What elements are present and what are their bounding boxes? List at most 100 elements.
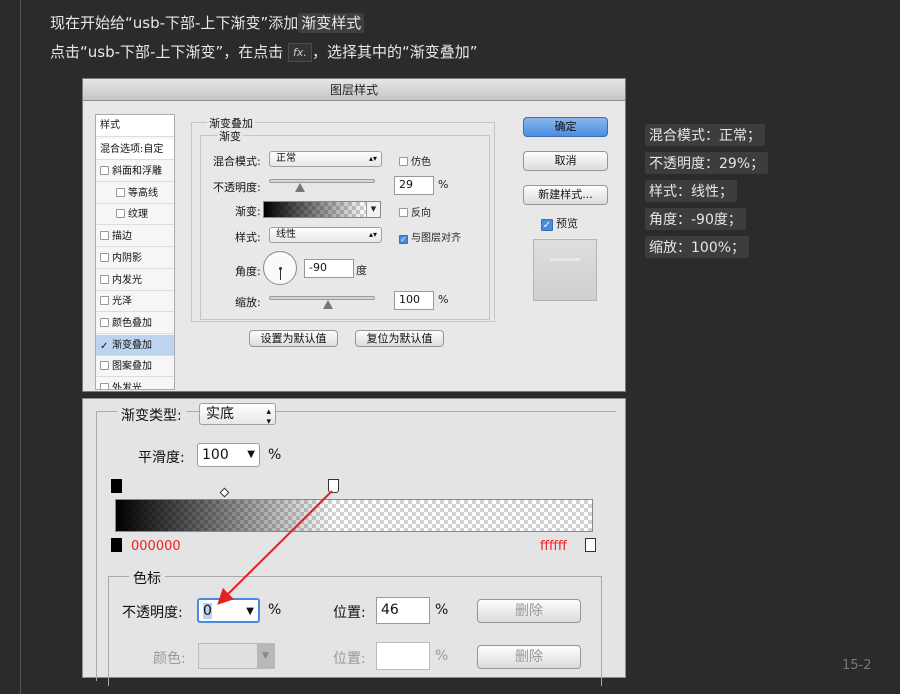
location2-unit: % bbox=[435, 648, 449, 664]
checkbox-icon bbox=[100, 166, 109, 175]
angle-label: 角度: bbox=[233, 263, 263, 279]
location2-label: 位置: bbox=[333, 651, 366, 667]
sidebar-header[interactable]: 样式 bbox=[96, 115, 174, 137]
stop-opacity-input[interactable]: 0 ▼ bbox=[197, 598, 260, 623]
opacity-slider[interactable] bbox=[269, 179, 375, 192]
sidebar-item[interactable]: 内阴影 bbox=[96, 248, 174, 269]
fx-icon: fx. bbox=[288, 43, 312, 62]
checkbox-icon bbox=[100, 231, 109, 241]
sidebar-item-label: 外发光 bbox=[112, 383, 142, 390]
gradient-type-label: 渐变类型: bbox=[117, 405, 186, 425]
gradient-bar[interactable] bbox=[115, 499, 593, 532]
note-scale: 缩放：100%； bbox=[645, 236, 750, 258]
dither-checkbox[interactable]: 仿色 bbox=[399, 153, 431, 168]
smoothness-label: 平滑度: bbox=[138, 450, 185, 466]
sidebar-item-label: 颜色叠加 bbox=[112, 317, 152, 329]
chevron-down-icon: ▼ bbox=[246, 606, 254, 617]
opacity-input[interactable]: 29 bbox=[394, 176, 434, 195]
sidebar-item-label: 内阴影 bbox=[112, 252, 142, 264]
color-stop-title: 色标 bbox=[129, 568, 165, 588]
sidebar-item[interactable]: ✓ 渐变叠加 bbox=[96, 334, 174, 356]
checkmark-icon: ✓ bbox=[541, 219, 553, 231]
sidebar-item[interactable]: 斜面和浮雕 bbox=[96, 161, 174, 182]
scale-slider[interactable] bbox=[269, 296, 375, 309]
checkbox-icon bbox=[100, 383, 109, 389]
scale-label: 缩放: bbox=[233, 294, 263, 310]
scale-unit: % bbox=[438, 293, 449, 306]
gradient-picker[interactable]: ▼ bbox=[263, 201, 381, 218]
instruction-line-2: 点击“usb-下部-上下渐变”，在点击 fx. ，选择其中的“渐变叠加” bbox=[50, 43, 478, 62]
color-swatch[interactable]: ▼ bbox=[198, 643, 275, 669]
dropdown-arrow-icon[interactable]: ▼ bbox=[366, 202, 380, 217]
note-style: 样式：线性； bbox=[645, 180, 737, 202]
opacity-stop-selected[interactable] bbox=[328, 479, 339, 493]
checkbox-icon bbox=[100, 274, 109, 284]
angle-unit: 度 bbox=[356, 264, 367, 277]
opacity-label: 不透明度: bbox=[211, 179, 263, 195]
preview-checkbox[interactable]: ✓ 预览 bbox=[541, 215, 578, 231]
angle-input[interactable]: -90 bbox=[304, 259, 354, 278]
smoothness-unit: % bbox=[268, 447, 282, 463]
sidebar-item[interactable]: 颜色叠加 bbox=[96, 313, 174, 334]
sidebar-item-label: 内发光 bbox=[112, 274, 142, 286]
sidebar-item[interactable]: 内发光 bbox=[96, 270, 174, 291]
gradient-label: 渐变: bbox=[233, 203, 263, 219]
gradient-editor: 渐变类型: 实底 ▴ ▾ 平滑度: 100 ▼ % 000000 ffffff 色标 … bbox=[82, 398, 626, 686]
sidebar-item-label: 描边 bbox=[112, 231, 132, 243]
color-stop-left[interactable] bbox=[111, 538, 122, 552]
note-blend: 混合模式：正常； bbox=[645, 124, 765, 146]
delete-button[interactable]: 删除 bbox=[477, 599, 581, 623]
location-unit: % bbox=[435, 602, 449, 618]
blend-mode-label: 混合模式: bbox=[211, 153, 263, 169]
reset-default-button[interactable]: 复位为默认值 bbox=[355, 330, 444, 347]
scale-input[interactable]: 100 bbox=[394, 291, 434, 310]
sidebar-item[interactable]: 等高线 bbox=[96, 183, 174, 204]
blend-mode-select[interactable]: 正常 ▴▾ bbox=[269, 151, 382, 167]
cancel-button[interactable]: 取消 bbox=[523, 151, 608, 171]
slider-thumb[interactable] bbox=[294, 183, 305, 192]
style-sidebar: 样式 混合选项:自定 斜面和浮雕等高线 纹理描边内阴影内发光光泽颜色叠加 ✓ 渐变叠加… bbox=[95, 114, 175, 390]
group-title: 渐变 bbox=[217, 128, 243, 144]
new-style-button[interactable]: 新建样式... bbox=[523, 185, 608, 205]
color-stop-group bbox=[108, 576, 602, 686]
sidebar-item-label: 光泽 bbox=[112, 296, 132, 308]
opacity-stop-left[interactable] bbox=[111, 479, 122, 493]
set-default-button[interactable]: 设置为默认值 bbox=[249, 330, 338, 347]
sidebar-item[interactable]: 描边 bbox=[96, 226, 174, 248]
preview-thumbnail bbox=[533, 239, 597, 301]
gradient-type-select[interactable]: 实底 ▴ ▾ bbox=[199, 403, 276, 427]
reverse-checkbox[interactable]: 反向 bbox=[399, 204, 431, 219]
sidebar-item-label: 渐变叠加 bbox=[112, 339, 152, 351]
sidebar-item[interactable]: 图案叠加 bbox=[96, 356, 174, 378]
checkbox-icon bbox=[100, 361, 109, 371]
slider-thumb[interactable] bbox=[323, 300, 334, 309]
sidebar-item[interactable]: 纹理 bbox=[96, 204, 174, 226]
ok-button[interactable]: 确定 bbox=[523, 117, 608, 137]
select-arrows-icon: ▴▾ bbox=[266, 407, 271, 427]
align-checkbox[interactable]: ✓ 与图层对齐 bbox=[399, 229, 461, 244]
left-color-annotation: 000000 bbox=[131, 539, 181, 554]
location-input[interactable]: 46 bbox=[376, 597, 430, 624]
checkbox-icon bbox=[100, 317, 109, 327]
location2-input[interactable] bbox=[376, 642, 430, 670]
chevron-down-icon: ▼ bbox=[247, 449, 255, 460]
angle-dial[interactable] bbox=[263, 251, 297, 285]
left-divider bbox=[20, 0, 21, 694]
checkbox-icon bbox=[399, 208, 408, 217]
color-stop-right[interactable] bbox=[585, 538, 596, 552]
sidebar-item[interactable]: 外发光 bbox=[96, 378, 174, 390]
select-arrows-icon: ▴▾ bbox=[368, 154, 377, 163]
checkbox-icon bbox=[100, 296, 109, 306]
delete2-button[interactable]: 删除 bbox=[477, 645, 581, 669]
note-opacity: 不透明度：29%； bbox=[645, 152, 769, 174]
smoothness-select[interactable]: 100 ▼ bbox=[197, 443, 260, 467]
stop-opacity-unit: % bbox=[268, 602, 282, 618]
page-number: 15-2 bbox=[842, 658, 872, 673]
sidebar-blend-options[interactable]: 混合选项:自定 bbox=[96, 139, 174, 160]
sidebar-item[interactable]: 光泽 bbox=[96, 291, 174, 313]
stop-opacity-label: 不透明度: bbox=[122, 605, 183, 621]
checkbox-icon bbox=[399, 157, 408, 166]
sidebar-item-label: 斜面和浮雕 bbox=[112, 166, 162, 177]
style-select[interactable]: 线性 ▴▾ bbox=[269, 227, 382, 243]
chevron-down-icon: ▼ bbox=[257, 644, 274, 668]
